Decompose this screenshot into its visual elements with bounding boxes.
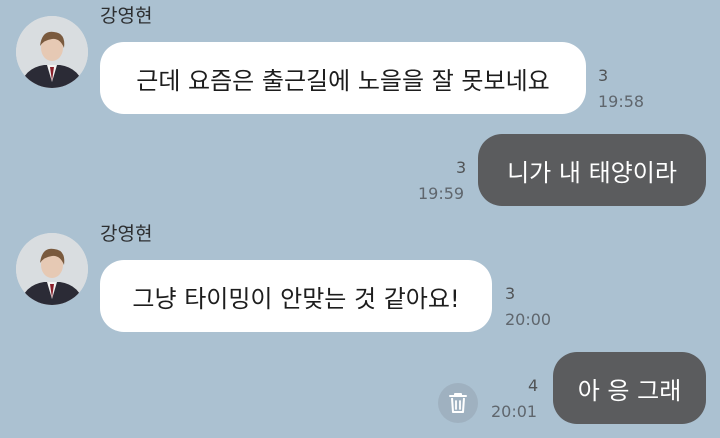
avatar[interactable]	[16, 16, 88, 88]
unread-count: 3	[505, 284, 516, 303]
profile-photo-icon	[16, 233, 88, 305]
message-time: 20:00	[505, 310, 552, 329]
message-text: 니가 내 태양이라	[507, 158, 677, 187]
message-time: 19:59	[418, 184, 465, 203]
message-bubble[interactable]: 근데 요즘은 출근길에 노을을 잘 못보네요	[100, 42, 586, 114]
sender-name: 강영현	[100, 223, 153, 245]
message-text: 그냥 타이밍이 안맞는 것 같아요!	[132, 284, 460, 313]
message-bubble[interactable]: 그냥 타이밍이 안맞는 것 같아요!	[100, 260, 492, 332]
message-text: 근데 요즘은 출근길에 노을을 잘 못보네요	[136, 66, 550, 95]
message-time: 20:01	[491, 402, 538, 421]
profile-photo-icon	[16, 16, 88, 88]
unread-count: 4	[528, 376, 539, 395]
avatar[interactable]	[16, 233, 88, 305]
message-time: 19:58	[598, 92, 645, 111]
message-text: 아 응 그래	[577, 376, 682, 405]
unread-count: 3	[456, 158, 467, 177]
sender-name: 강영현	[100, 5, 153, 27]
delete-button[interactable]	[438, 383, 478, 423]
message-bubble[interactable]: 아 응 그래	[553, 352, 706, 424]
unread-count: 3	[598, 66, 609, 85]
message-bubble[interactable]: 니가 내 태양이라	[478, 134, 706, 206]
trash-icon	[449, 393, 467, 413]
